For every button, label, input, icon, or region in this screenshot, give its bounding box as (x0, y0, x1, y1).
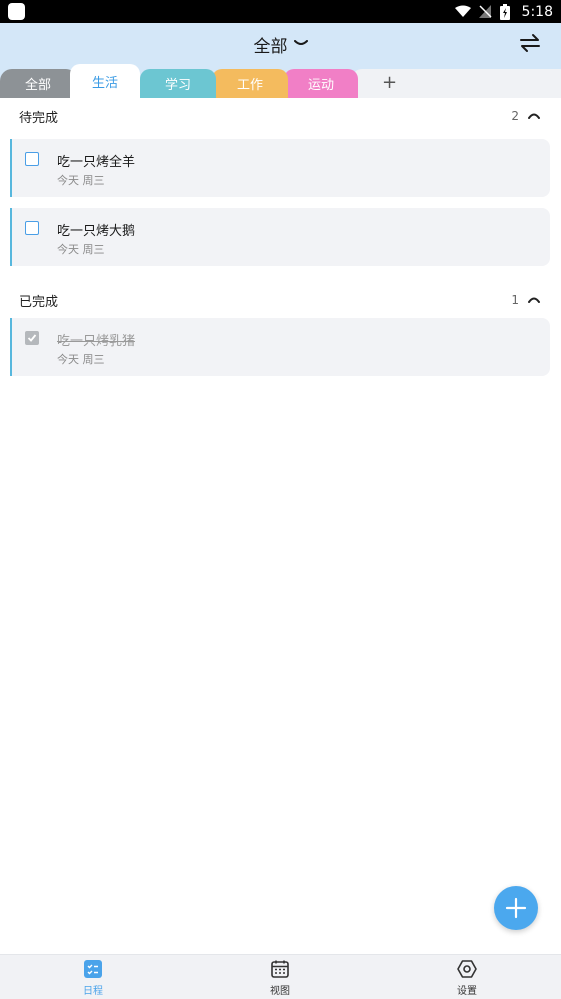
add-tab-label: + (382, 72, 398, 93)
tab-add[interactable]: + (352, 69, 561, 98)
task-date: 今天 周三 (57, 174, 105, 187)
bottom-nav: 日程 视图 设置 (0, 954, 561, 999)
task-checkbox[interactable] (25, 152, 39, 166)
chevron-down-icon (293, 40, 308, 45)
tab-sport[interactable]: 运动 (284, 69, 358, 98)
nav-label: 日程 (83, 986, 103, 997)
tab-all[interactable]: 全部 (0, 69, 76, 98)
plus-icon (505, 897, 527, 919)
nav-settings[interactable]: 设置 (427, 959, 507, 999)
section-title: 待完成 (19, 110, 59, 126)
swap-icon[interactable] (519, 33, 541, 53)
nav-label: 设置 (457, 986, 477, 997)
task-title: 吃一只烤全羊 (57, 155, 136, 170)
task-date: 今天 周三 (57, 353, 105, 366)
task-checkbox-checked[interactable] (25, 331, 39, 345)
tab-work[interactable]: 工作 (212, 69, 288, 98)
tab-label: 全部 (24, 78, 51, 93)
battery-charging-icon (499, 3, 510, 20)
tab-label: 工作 (236, 78, 263, 93)
nav-label: 视图 (270, 986, 290, 997)
chevron-up-icon[interactable] (527, 110, 541, 120)
nav-schedule[interactable]: 日程 (53, 959, 133, 999)
section-title: 已完成 (19, 294, 59, 310)
status-icons: 5:18 (454, 0, 553, 23)
section-count: 2 (511, 109, 519, 123)
task-checkbox[interactable] (25, 221, 39, 235)
wifi-icon (454, 5, 471, 17)
settings-icon (457, 960, 477, 978)
nav-view[interactable]: 视图 (240, 959, 320, 999)
task-card[interactable]: 吃一只烤大鹅 今天 周三 (10, 208, 550, 266)
tab-label: 生活 (91, 75, 118, 91)
task-card[interactable]: 吃一只烤全羊 今天 周三 (10, 139, 550, 197)
task-date: 今天 周三 (57, 243, 105, 256)
category-tabs: + 运动 工作 学习 全部 生活 (0, 64, 561, 98)
title-dropdown[interactable]: 全部 (0, 32, 561, 57)
no-signal-icon (478, 5, 492, 18)
tab-life[interactable]: 生活 (70, 64, 140, 98)
app-header: 全部 + 运动 工作 学习 全部 生活 (0, 23, 561, 98)
page-title: 全部 (253, 36, 288, 57)
status-time: 5:18 (521, 3, 553, 20)
task-card-done[interactable]: 吃一只烤乳猪 今天 周三 (10, 318, 550, 376)
done-section-header[interactable]: 已完成 1 (0, 285, 561, 315)
pending-section-header[interactable]: 待完成 2 (0, 101, 561, 131)
chevron-up-icon[interactable] (527, 294, 541, 304)
check-icon (27, 334, 37, 342)
calendar-icon (271, 960, 289, 978)
section-count: 1 (511, 293, 519, 307)
app-notification-icon (8, 3, 25, 20)
tab-study[interactable]: 学习 (140, 69, 216, 98)
tab-label: 学习 (164, 78, 191, 93)
tab-label: 运动 (307, 78, 334, 93)
add-task-button[interactable] (494, 886, 538, 930)
schedule-icon (84, 960, 102, 978)
status-bar: 5:18 (0, 0, 561, 23)
task-title: 吃一只烤大鹅 (57, 224, 136, 239)
task-title: 吃一只烤乳猪 (57, 334, 136, 349)
